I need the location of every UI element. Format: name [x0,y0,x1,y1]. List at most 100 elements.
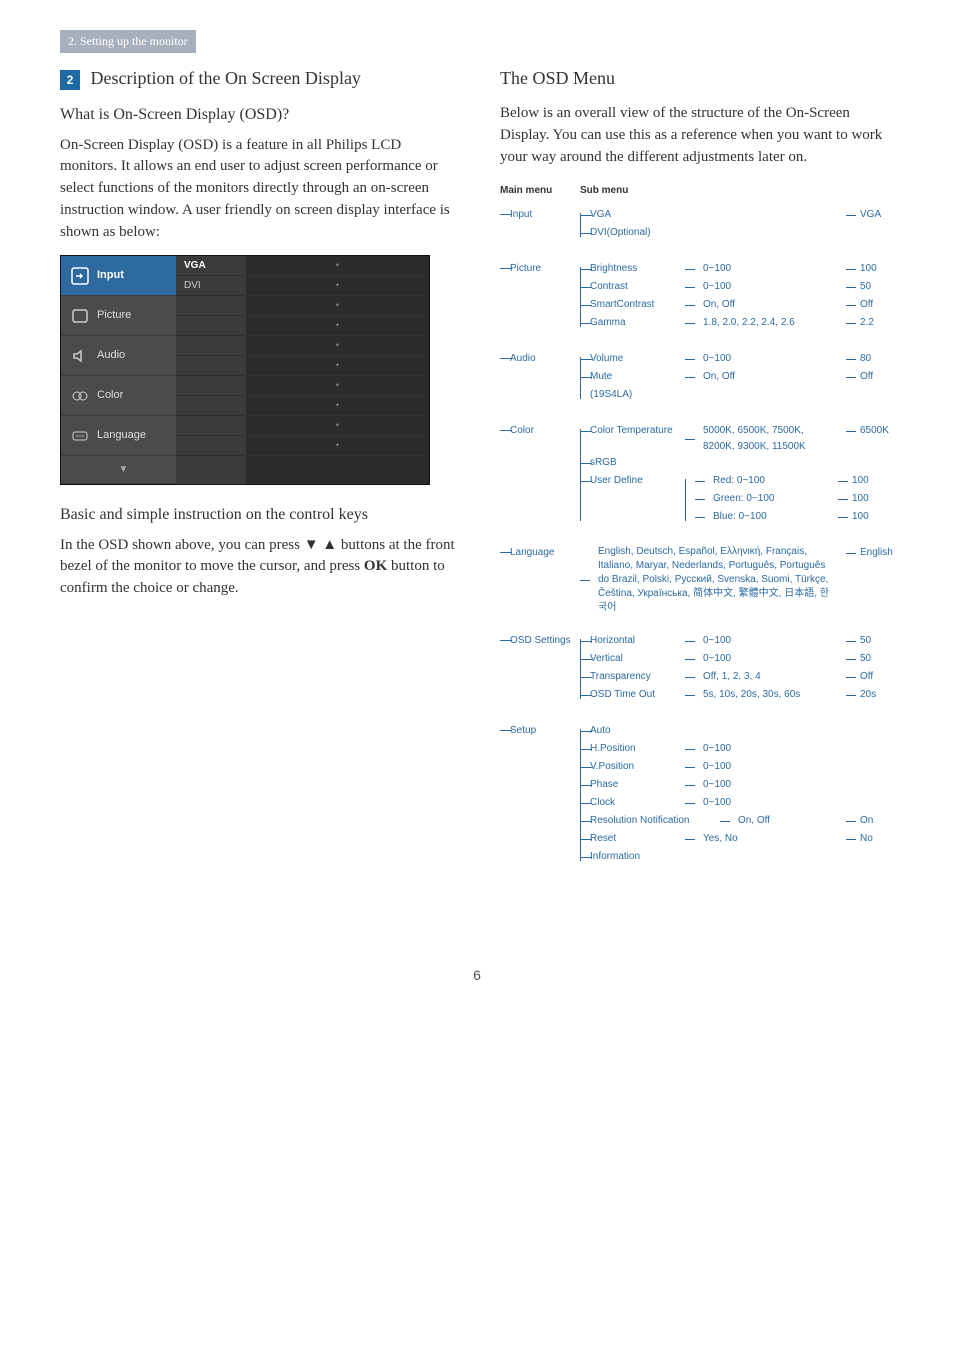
tree-opts: On, Off [685,369,846,385]
tree-val: Off [846,369,894,385]
tree-val: 6500K [846,423,894,439]
osd-values [246,256,429,484]
osd-menu-intro: Below is an overall view of the structur… [500,103,894,168]
tree-main-osdsettings: OSD Settings [500,635,571,646]
tree-note: (19S4LA) [580,387,685,403]
osd-nav-label: Color [97,388,123,404]
tree-val: No [846,831,894,847]
tree-main-picture: Picture [500,263,541,274]
tree-opts: On, Off [720,813,846,829]
tree-sub-vga: VGA [580,207,685,223]
tree-opts: 0~100 [685,651,846,667]
tree-sub: Resolution Notification [580,813,720,829]
tree-main-setup: Setup [500,725,536,736]
osd-nav-label: Picture [97,308,131,324]
tree-val: 100 [838,491,886,507]
tree-opts: 0~100 [685,777,894,793]
page-number: 6 [60,965,894,985]
tree-main-language: Language [500,547,555,558]
question-heading: What is On-Screen Display (OSD)? [60,103,460,126]
tree-sub: Clock [580,795,685,811]
tree-opts: 0~100 [685,741,894,757]
tree-opts: 0~100 [685,795,894,811]
tree-opts: 0~100 [685,261,846,277]
osd-nav-language: Language [61,416,176,456]
tree-opts: 1.8, 2.0, 2.2, 2.4, 2.6 [685,315,846,331]
tree-sub: Contrast [580,279,685,295]
breadcrumb: 2. Setting up the monitor [60,30,196,53]
tree-sub: OSD Time Out [580,687,685,703]
tree-sub: SmartContrast [580,297,685,313]
osd-submenu: VGA DVI [176,256,246,484]
tree-val: 50 [846,279,894,295]
tree-opts: Yes, No [685,831,846,847]
tree-sub: Phase [580,777,685,793]
keys-heading: Basic and simple instruction on the cont… [60,503,460,526]
section-heading: 2 Description of the On Screen Display [60,65,460,91]
input-icon [71,267,89,285]
tree-sub-dvi: DVI(Optional) [580,225,685,241]
osd-nav: Input Picture Audio [61,256,176,484]
osd-sub-vga: VGA [176,256,246,276]
osd-tree: Main menu Sub menu Input VGA VGA DVI(Opt… [500,183,894,867]
osd-sub-dvi: DVI [176,276,246,296]
tree-sub: Gamma [580,315,685,331]
tree-sub: sRGB [580,455,685,471]
tree-sub2: Blue: 0~100 [695,509,838,525]
osd-menu-heading: The OSD Menu [500,65,894,91]
tree-sub: Brightness [580,261,685,277]
osd-nav-picture: Picture [61,296,176,336]
picture-icon [71,307,89,325]
tree-val: 100 [838,473,886,489]
tree-val: 50 [846,633,894,649]
tree-opts: 0~100 [685,351,846,367]
tree-val-vga: VGA [846,207,894,223]
osd-nav-label: Audio [97,348,125,364]
tree-opts: 0~100 [685,759,894,775]
keys-paragraph: In the OSD shown above, you can press ▼ … [60,535,460,600]
tree-main-color: Color [500,425,534,436]
language-icon [71,427,89,445]
section-number-badge: 2 [60,70,80,90]
tree-val: 100 [846,261,894,277]
section-title: Description of the On Screen Display [91,68,361,88]
tree-sub: Reset [580,831,685,847]
osd-nav-more: ▼ [61,456,176,484]
tree-sub: Mute [580,369,685,385]
tree-header-main: Main menu [500,183,580,199]
tree-val: 20s [846,687,894,703]
intro-paragraph: On-Screen Display (OSD) is a feature in … [60,135,460,244]
osd-screenshot: Input Picture Audio [60,255,430,485]
tree-sub2: Red: 0~100 [695,473,838,489]
tree-val: On [846,813,894,829]
tree-language-list: English, Deutsch, Español, Ελληνική, Fra… [580,545,846,615]
ok-button-label: OK [364,558,387,574]
tree-opts: 0~100 [685,633,846,649]
tree-sub: Information [580,849,685,865]
tree-val: English [846,545,894,561]
tree-main-audio: Audio [500,353,536,364]
tree-sub: Horizontal [580,633,685,649]
osd-nav-input: Input [61,256,176,296]
tree-opts: On, Off [685,297,846,313]
osd-nav-audio: Audio [61,336,176,376]
tree-sub2: Green: 0~100 [695,491,838,507]
osd-nav-color: Color [61,376,176,416]
tree-sub: Volume [580,351,685,367]
tree-sub: Vertical [580,651,685,667]
tree-val: 50 [846,651,894,667]
tree-val: 100 [838,509,886,525]
tree-sub: H.Position [580,741,685,757]
osd-nav-label: Input [97,268,124,284]
audio-icon [71,347,89,365]
tree-val: 2.2 [846,315,894,331]
tree-sub: Transparency [580,669,685,685]
tree-sub: Auto [580,723,685,739]
tree-opts: 0~100 [685,279,846,295]
tree-opts: Off, 1, 2, 3, 4 [685,669,846,685]
tree-main-input: Input [500,209,532,220]
tree-val: Off [846,297,894,313]
tree-opts: 5s, 10s, 20s, 30s, 60s [685,687,846,703]
osd-nav-label: Language [97,428,146,444]
color-icon [71,387,89,405]
